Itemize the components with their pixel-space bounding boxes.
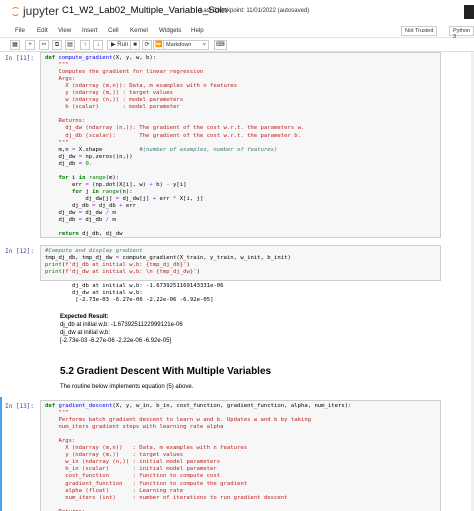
menu-file[interactable]: File — [15, 27, 25, 34]
cell-prompt: In [13]: — [5, 403, 34, 410]
menu-widgets[interactable]: Widgets — [159, 27, 181, 34]
jupyter-logo[interactable]: jupyter — [8, 3, 60, 20]
keyboard-icon[interactable]: ⌨ — [214, 40, 227, 50]
jupyter-logo-icon — [11, 7, 20, 16]
cell-prompt: In [12]: — [5, 248, 34, 255]
trusted-indicator[interactable]: Not Trusted — [401, 26, 438, 36]
menu-insert[interactable]: Insert — [82, 27, 97, 34]
section-heading: 5.2 Gradient Descent With Multiple Varia… — [60, 366, 272, 377]
cell-type-select[interactable]: Markdown ˅ — [163, 40, 209, 50]
restart-icon[interactable]: ⟳ — [142, 40, 152, 50]
notebook-header: jupyter C1_W2_Lab02_Multiple_Variable_So… — [0, 0, 474, 24]
kernel-indicator[interactable]: Python 3 — [449, 26, 474, 40]
move-down-icon[interactable]: ↓ — [93, 40, 103, 50]
code-cell-input[interactable]: def compute_gradient(X, y, w, b): """ Co… — [40, 52, 441, 238]
paste-icon[interactable]: ▤ — [65, 40, 75, 50]
interrupt-icon[interactable]: ■ — [130, 40, 140, 50]
code-cell-input[interactable]: def gradient_descent(X, y, w_in, b_in, c… — [40, 400, 441, 511]
code-cell-input[interactable]: #Compute and display gradient tmp_dj_db,… — [40, 245, 441, 281]
cut-icon[interactable]: ✂ — [39, 40, 49, 50]
notebook-container[interactable]: In [11]: def compute_gradient(X, y, w, b… — [0, 52, 474, 511]
toolbar: ▦ + ✂ ⧉ ▤ ↑ ↓ ▶ Run ■ ⟳ ⏩ Markdown ˅ ⌨ — [0, 38, 474, 52]
logo-text: jupyter — [23, 4, 60, 18]
add-cell-icon[interactable]: + — [25, 40, 35, 50]
cell-prompt: In [11]: — [5, 55, 34, 62]
copy-icon[interactable]: ⧉ — [52, 40, 62, 50]
chevron-down-icon: ˅ — [202, 42, 206, 48]
section-paragraph: The routine below implements equation (5… — [60, 384, 194, 390]
expected-result-line: dj_dw at initial w,b: — [60, 330, 111, 336]
user-avatar[interactable] — [464, 5, 474, 19]
selected-cell-indicator — [0, 397, 2, 511]
menu-cell[interactable]: Cell — [108, 27, 119, 34]
menu-view[interactable]: View — [58, 27, 71, 34]
expected-result-line: dj_db at initial w,b: -1.673925112299912… — [60, 322, 183, 328]
run-icon: ▶ — [111, 42, 116, 48]
menu-help[interactable]: Help — [191, 27, 204, 34]
run-button[interactable]: ▶ Run — [107, 40, 133, 50]
checkpoint-status: Last Checkpoint: 11/01/2022 (autosaved) — [200, 8, 310, 14]
menu-edit[interactable]: Edit — [37, 27, 48, 34]
cell-output-line: dj_db at initial w,b: -1.673925116914333… — [72, 283, 224, 289]
expected-result-line: [-2.73e-03 -6.27e-06 -2.22e-06 -6.92e-05… — [60, 338, 172, 344]
run-label: Run — [117, 42, 129, 48]
cell-output-line: [-2.73e-03 -6.27e-06 -2.22e-06 -6.92e-05… — [72, 297, 214, 303]
save-icon[interactable]: ▦ — [10, 40, 20, 50]
cell-output-line: dj_dw at initial w,b: — [72, 290, 143, 296]
expected-result-title: Expected Result: — [60, 314, 109, 320]
cell-type-value: Markdown — [166, 42, 192, 48]
menu-kernel[interactable]: Kernel — [130, 27, 148, 34]
move-up-icon[interactable]: ↑ — [80, 40, 90, 50]
